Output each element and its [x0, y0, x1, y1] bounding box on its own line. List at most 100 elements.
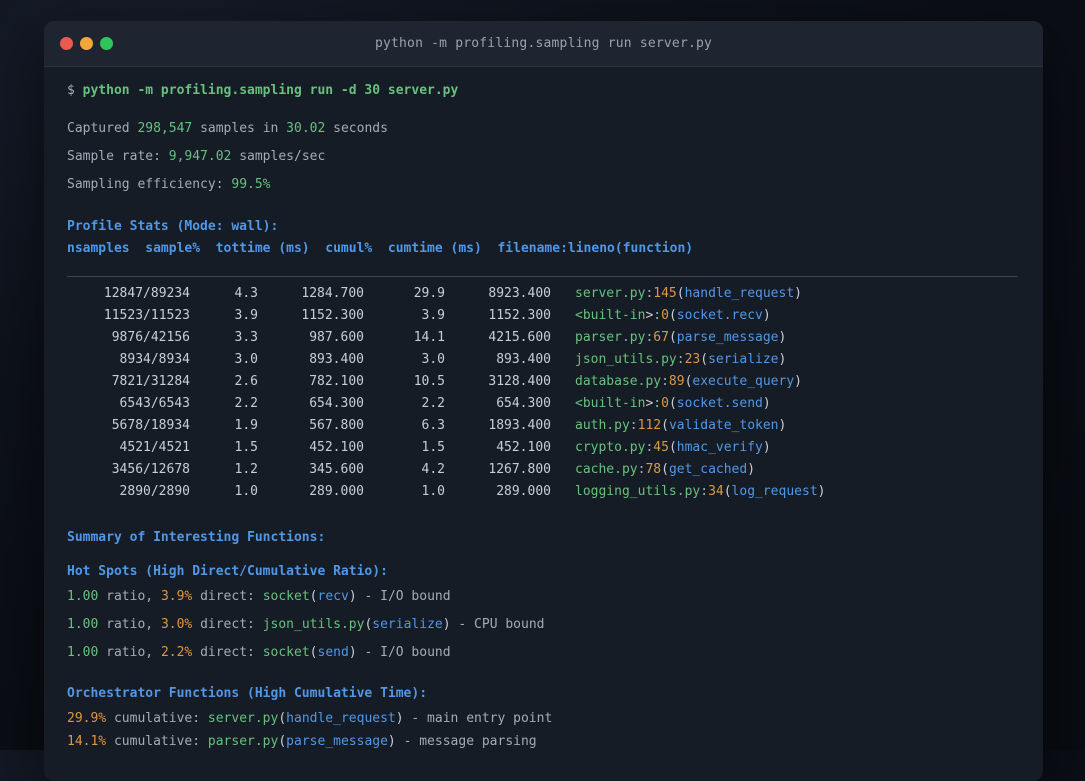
text-segment: (	[309, 589, 318, 604]
cell-location: crypto.py:45(hmac_verify)	[575, 437, 771, 459]
efficiency-line: Sampling efficiency: 99.5%	[67, 175, 1018, 195]
profile-table: 12847/89234 4.3 1284.700 29.9 8923.400 server…	[67, 283, 1018, 503]
cell-tottime: 987.600	[309, 330, 364, 345]
cell-cumul: 1.0	[421, 484, 445, 499]
cell-nsamples: 7821/31284	[111, 374, 190, 389]
text-segment: - main entry point	[403, 711, 553, 726]
cell-tottime: 893.400	[309, 352, 364, 367]
text-segment: database.py	[575, 374, 662, 389]
cell-location: <built-in>:0(socket.send)	[575, 393, 771, 415]
profile-table-row: 8934/8934 3.0 893.400 3.0 893.400 json_utils.…	[67, 349, 1018, 371]
text-segment: )	[348, 589, 357, 604]
cell-cumtime: 3128.400	[488, 374, 551, 389]
text-segment: auth.py	[575, 418, 630, 433]
cell-nsamples: 11523/11523	[103, 308, 190, 323]
text-segment: )	[817, 484, 826, 499]
cell-tottime: 654.300	[309, 396, 364, 411]
text-segment: 3.9%	[160, 589, 193, 604]
cell-sample: 2.2	[234, 396, 258, 411]
cell-location: cache.py:78(get_cached)	[575, 459, 755, 481]
text-segment: 1.00	[67, 589, 99, 604]
text-segment: <built-in	[575, 396, 646, 411]
text-segment: parse_message	[676, 330, 779, 345]
text-segment: )	[794, 286, 802, 301]
cell-cumtime: 1267.800	[488, 462, 551, 477]
cell-cumul: 3.9	[421, 308, 445, 323]
text-segment: 298,547	[137, 121, 193, 136]
text-segment: (	[661, 418, 669, 433]
cell-tottime: 782.100	[309, 374, 364, 389]
cell-cumul: 6.3	[421, 418, 445, 433]
text-segment: :	[676, 352, 685, 367]
text-segment: )	[395, 711, 404, 726]
text-segment: Sample rate:	[67, 149, 169, 164]
text-segment: 9,947.02	[168, 149, 232, 164]
text-segment: 67	[653, 330, 669, 345]
text-segment: (	[278, 734, 287, 749]
text-segment: (	[700, 352, 709, 367]
cell-cumtime: 4215.600	[488, 330, 551, 345]
cell-tottime: 289.000	[309, 484, 364, 499]
orchestrator-line: 14.1% cumulative: parser.py(parse_messag…	[67, 732, 1018, 752]
text-segment: - I/O bound	[356, 645, 451, 660]
cell-sample: 1.5	[234, 440, 258, 455]
text-segment: :	[653, 308, 662, 323]
cell-location: json_utils.py:23(serialize)	[575, 349, 786, 371]
terminal-titlebar: python -m profiling.sampling run server.…	[44, 21, 1043, 67]
cell-location: auth.py:112(validate_token)	[575, 415, 786, 437]
cell-cumul: 10.5	[413, 374, 445, 389]
captured-line: Captured 298,547 samples in 30.02 second…	[67, 119, 1018, 139]
text-segment: :	[653, 396, 662, 411]
text-segment: $	[67, 83, 83, 98]
cell-cumtime: 452.100	[496, 440, 551, 455]
text-segment: direct:	[192, 617, 263, 632]
text-segment: execute_query	[692, 374, 795, 389]
text-segment: 0	[661, 308, 669, 323]
profile-table-row: 7821/31284 2.6 782.100 10.5 3128.400 database…	[67, 371, 1018, 393]
text-segment: json_utils.py	[575, 352, 677, 367]
text-segment: 112	[637, 418, 662, 433]
text-segment: logging_utils.py	[575, 484, 701, 499]
text-segment: )	[778, 418, 787, 433]
text-segment: 29.9%	[67, 711, 107, 726]
cell-cumtime: 289.000	[496, 484, 551, 499]
text-segment: log_request	[731, 484, 818, 499]
text-segment: )	[762, 308, 771, 323]
text-segment: 99.5%	[231, 177, 271, 192]
text-segment: crypto.py	[575, 440, 646, 455]
cell-cumul: 29.9	[413, 286, 445, 301]
cell-nsamples: 5678/18934	[111, 418, 190, 433]
text-segment: )	[387, 734, 396, 749]
cell-tottime: 1284.700	[301, 286, 364, 301]
text-segment: serialize	[372, 617, 443, 632]
text-segment: (	[309, 645, 318, 660]
text-segment: seconds	[325, 121, 388, 136]
terminal-output: $ python -m profiling.sampling run -d 30…	[44, 67, 1043, 752]
hotspot-line: 1.00 ratio, 2.2% direct: socket(send) - …	[67, 643, 1018, 663]
text-segment: )	[442, 617, 451, 632]
text-segment: 2.2%	[160, 645, 193, 660]
cell-sample: 3.3	[234, 330, 258, 345]
text-segment: (	[668, 308, 677, 323]
cell-cumul: 2.2	[421, 396, 445, 411]
cell-nsamples: 6543/6543	[119, 396, 190, 411]
summary-title: Summary of Interesting Functions:	[67, 530, 326, 545]
text-segment: 45	[653, 440, 669, 455]
text-segment: samples in	[192, 121, 287, 136]
cell-tottime: 1152.300	[301, 308, 364, 323]
text-segment: socket	[262, 589, 310, 604]
text-segment: serialize	[708, 352, 779, 367]
sample-rate-line: Sample rate: 9,947.02 samples/sec	[67, 147, 1018, 167]
text-segment: ratio,	[98, 589, 161, 604]
cell-cumtime: 654.300	[496, 396, 551, 411]
hotspots-title: Hot Spots (High Direct/Cumulative Ratio)…	[67, 564, 388, 579]
text-segment: recv	[317, 589, 349, 604]
table-divider	[67, 276, 1018, 277]
text-segment: server.py	[207, 711, 279, 726]
cell-nsamples: 4521/4521	[119, 440, 190, 455]
text-segment: cumulative:	[106, 711, 208, 726]
cell-tottime: 345.600	[309, 462, 364, 477]
text-segment: (	[676, 286, 685, 301]
text-segment: :	[700, 484, 709, 499]
text-segment: 1.00	[67, 645, 99, 660]
